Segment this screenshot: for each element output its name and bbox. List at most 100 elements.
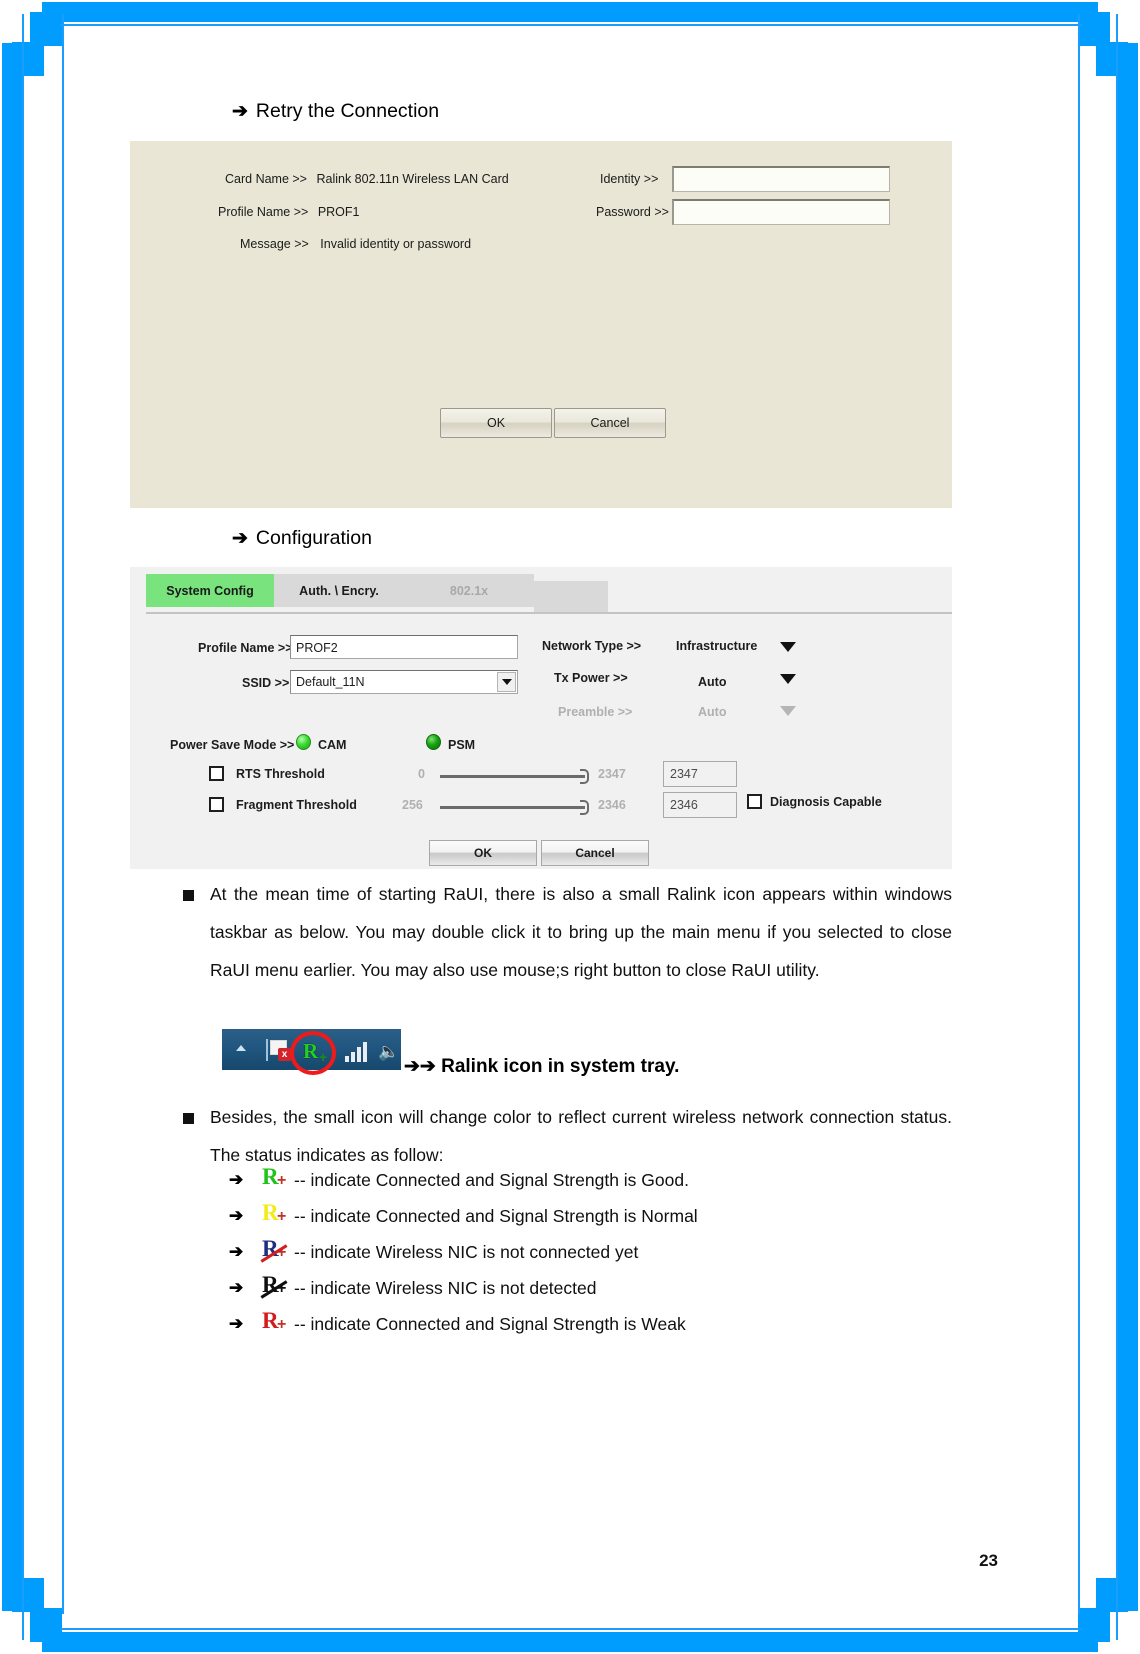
fragment-threshold-checkbox[interactable] — [209, 797, 224, 812]
flag-error-badge: x — [278, 1048, 291, 1061]
paragraph-status-colors: Besides, the small icon will change colo… — [210, 1107, 952, 1165]
status-text: -- indicate Wireless NIC is not connecte… — [294, 1242, 639, 1262]
speaker-icon: 🔈 — [378, 1042, 400, 1061]
tray-caption: ➔➔ Ralink icon in system tray. — [404, 1056, 680, 1077]
radio-cam-label: CAM — [318, 738, 347, 752]
config-ssid-select[interactable]: Default_11N — [290, 670, 518, 694]
radio-psm-label: PSM — [448, 738, 476, 752]
rts-threshold-min: 0 — [418, 767, 425, 781]
fragment-threshold-slider-thumb[interactable] — [580, 800, 589, 815]
square-bullet-icon — [183, 1113, 194, 1124]
arrow-bullet-icon: ➔ — [229, 1242, 244, 1261]
tx-power-chevron-down-icon[interactable] — [780, 674, 796, 684]
identity-input[interactable] — [672, 166, 890, 192]
profile-name-label-text: Profile Name >> — [218, 205, 309, 219]
message-value: Invalid identity or password — [320, 237, 472, 251]
ralink-icon-yellow: R + — [261, 1200, 289, 1230]
ralink-icon-green: R + — [261, 1164, 289, 1194]
identity-label: Identity >> — [600, 172, 659, 186]
ralink-plus: + — [277, 1316, 287, 1333]
config-ok-button[interactable]: OK — [429, 840, 537, 866]
config-ssid-value: Default_11N — [296, 675, 365, 689]
config-ssid-label: SSID >> — [242, 676, 290, 690]
tab-auth-encry[interactable]: Auth. \ Encry. — [274, 574, 404, 607]
config-network-type-value: Infrastructure — [676, 639, 758, 653]
tray-divider — [266, 1039, 268, 1061]
tab-8021x[interactable]: 802.1x — [404, 574, 534, 607]
chevron-down-icon[interactable] — [497, 672, 516, 692]
config-profile-name-label: Profile Name >> — [198, 641, 293, 655]
preamble-chevron-down-icon — [780, 706, 796, 716]
profile-name-label: Profile Name >> PROF1 — [218, 205, 360, 219]
chevron-up-icon — [236, 1045, 246, 1051]
ralink-icon-black-crossed: R + — [260, 1272, 289, 1302]
config-preamble-value: Auto — [698, 705, 727, 719]
signal-bars-icon — [345, 1041, 369, 1062]
rts-threshold-slider-track[interactable] — [440, 775, 585, 778]
retry-connection-dialog: Card Name >> Ralink 802.11n Wireless LAN… — [130, 141, 952, 508]
config-profile-name-input[interactable]: PROF2 — [290, 635, 518, 659]
radio-cam[interactable] — [296, 734, 311, 750]
status-text: -- indicate Connected and Signal Strengt… — [294, 1314, 686, 1334]
config-network-type-label: Network Type >> — [542, 639, 642, 653]
config-tx-power-label: Tx Power >> — [554, 671, 628, 685]
fragment-threshold-slider-track[interactable] — [440, 806, 585, 809]
arrow-bullet-icon: ➔ — [229, 1206, 244, 1225]
page-content: ➔ Retry the Connection Card Name >> Ralin… — [0, 0, 1140, 1654]
config-cancel-button[interactable]: Cancel — [541, 840, 649, 866]
ralink-icon-blue-crossed: R + — [260, 1236, 289, 1266]
system-tray-screenshot: x R + 🔈 — [222, 1029, 401, 1075]
rts-threshold-label: RTS Threshold — [236, 767, 325, 781]
config-tab-bar: System Config Auth. \ Encry. 802.1x — [130, 574, 952, 614]
heading-retry-connection-label: Retry the Connection — [255, 100, 440, 122]
fragment-threshold-value-input[interactable]: 2346 — [663, 792, 737, 818]
rts-threshold-checkbox[interactable] — [209, 766, 224, 781]
arrow-bullet-icon: ➔ — [232, 528, 248, 549]
rts-threshold-max: 2347 — [598, 767, 626, 781]
arrow-bullet-icon: ➔ — [229, 1278, 244, 1297]
arrow-bullet-icon: ➔ — [229, 1314, 244, 1333]
diagnosis-capable-checkbox[interactable] — [747, 794, 762, 809]
status-text: -- indicate Wireless NIC is not detected — [294, 1278, 597, 1298]
message-label-text: Message >> — [240, 237, 309, 251]
radio-psm[interactable] — [426, 734, 441, 750]
ralink-plus: + — [277, 1208, 287, 1225]
fragment-threshold-min: 256 — [402, 798, 423, 812]
heading-configuration-label: Configuration — [255, 527, 372, 549]
card-name-value: Ralink 802.11n Wireless LAN Card — [316, 172, 509, 186]
highlight-ellipse-annotation — [290, 1031, 336, 1075]
tab-bar-underline — [146, 612, 952, 614]
config-tx-power-value: Auto — [698, 675, 727, 689]
password-label: Password >> — [596, 205, 669, 219]
tab-bar-filler — [534, 581, 608, 614]
status-text: -- indicate Connected and Signal Strengt… — [294, 1170, 689, 1190]
fragment-threshold-label: Fragment Threshold — [236, 798, 357, 812]
rts-threshold-slider-thumb[interactable] — [580, 769, 589, 784]
square-bullet-icon — [183, 890, 194, 901]
fragment-threshold-max: 2346 — [598, 798, 626, 812]
card-name-label-text: Card Name >> — [225, 172, 307, 186]
paragraph-taskbar-icon: At the mean time of starting RaUI, there… — [210, 884, 952, 980]
config-preamble-label: Preamble >> — [558, 705, 633, 719]
heading-retry-connection: ➔ Retry the Connection — [232, 100, 439, 123]
retry-cancel-button[interactable]: Cancel — [554, 408, 666, 438]
arrow-bullet-icon: ➔ — [232, 101, 248, 122]
diagnosis-capable-label: Diagnosis Capable — [770, 795, 882, 809]
tab-system-config[interactable]: System Config — [146, 574, 274, 607]
profile-name-value: PROF1 — [317, 205, 360, 219]
retry-ok-button[interactable]: OK — [440, 408, 552, 438]
document-page: ➔ Retry the Connection Card Name >> Ralin… — [0, 0, 1140, 1654]
status-text: -- indicate Connected and Signal Strengt… — [294, 1206, 698, 1226]
arrow-bullet-icon: ➔ — [229, 1170, 244, 1189]
configuration-dialog: System Config Auth. \ Encry. 802.1x Prof… — [130, 567, 952, 869]
heading-configuration: ➔ Configuration — [232, 527, 372, 550]
page-number: 23 — [979, 1551, 998, 1570]
ralink-plus: + — [277, 1172, 287, 1189]
password-input[interactable] — [672, 199, 890, 225]
network-type-chevron-down-icon[interactable] — [780, 642, 796, 652]
message-label: Message >> Invalid identity or password — [240, 237, 471, 251]
ralink-icon-red: R + — [261, 1308, 289, 1338]
power-save-mode-label: Power Save Mode >> — [170, 738, 295, 752]
card-name-label: Card Name >> Ralink 802.11n Wireless LAN… — [225, 172, 509, 186]
rts-threshold-value-input[interactable]: 2347 — [663, 761, 737, 787]
